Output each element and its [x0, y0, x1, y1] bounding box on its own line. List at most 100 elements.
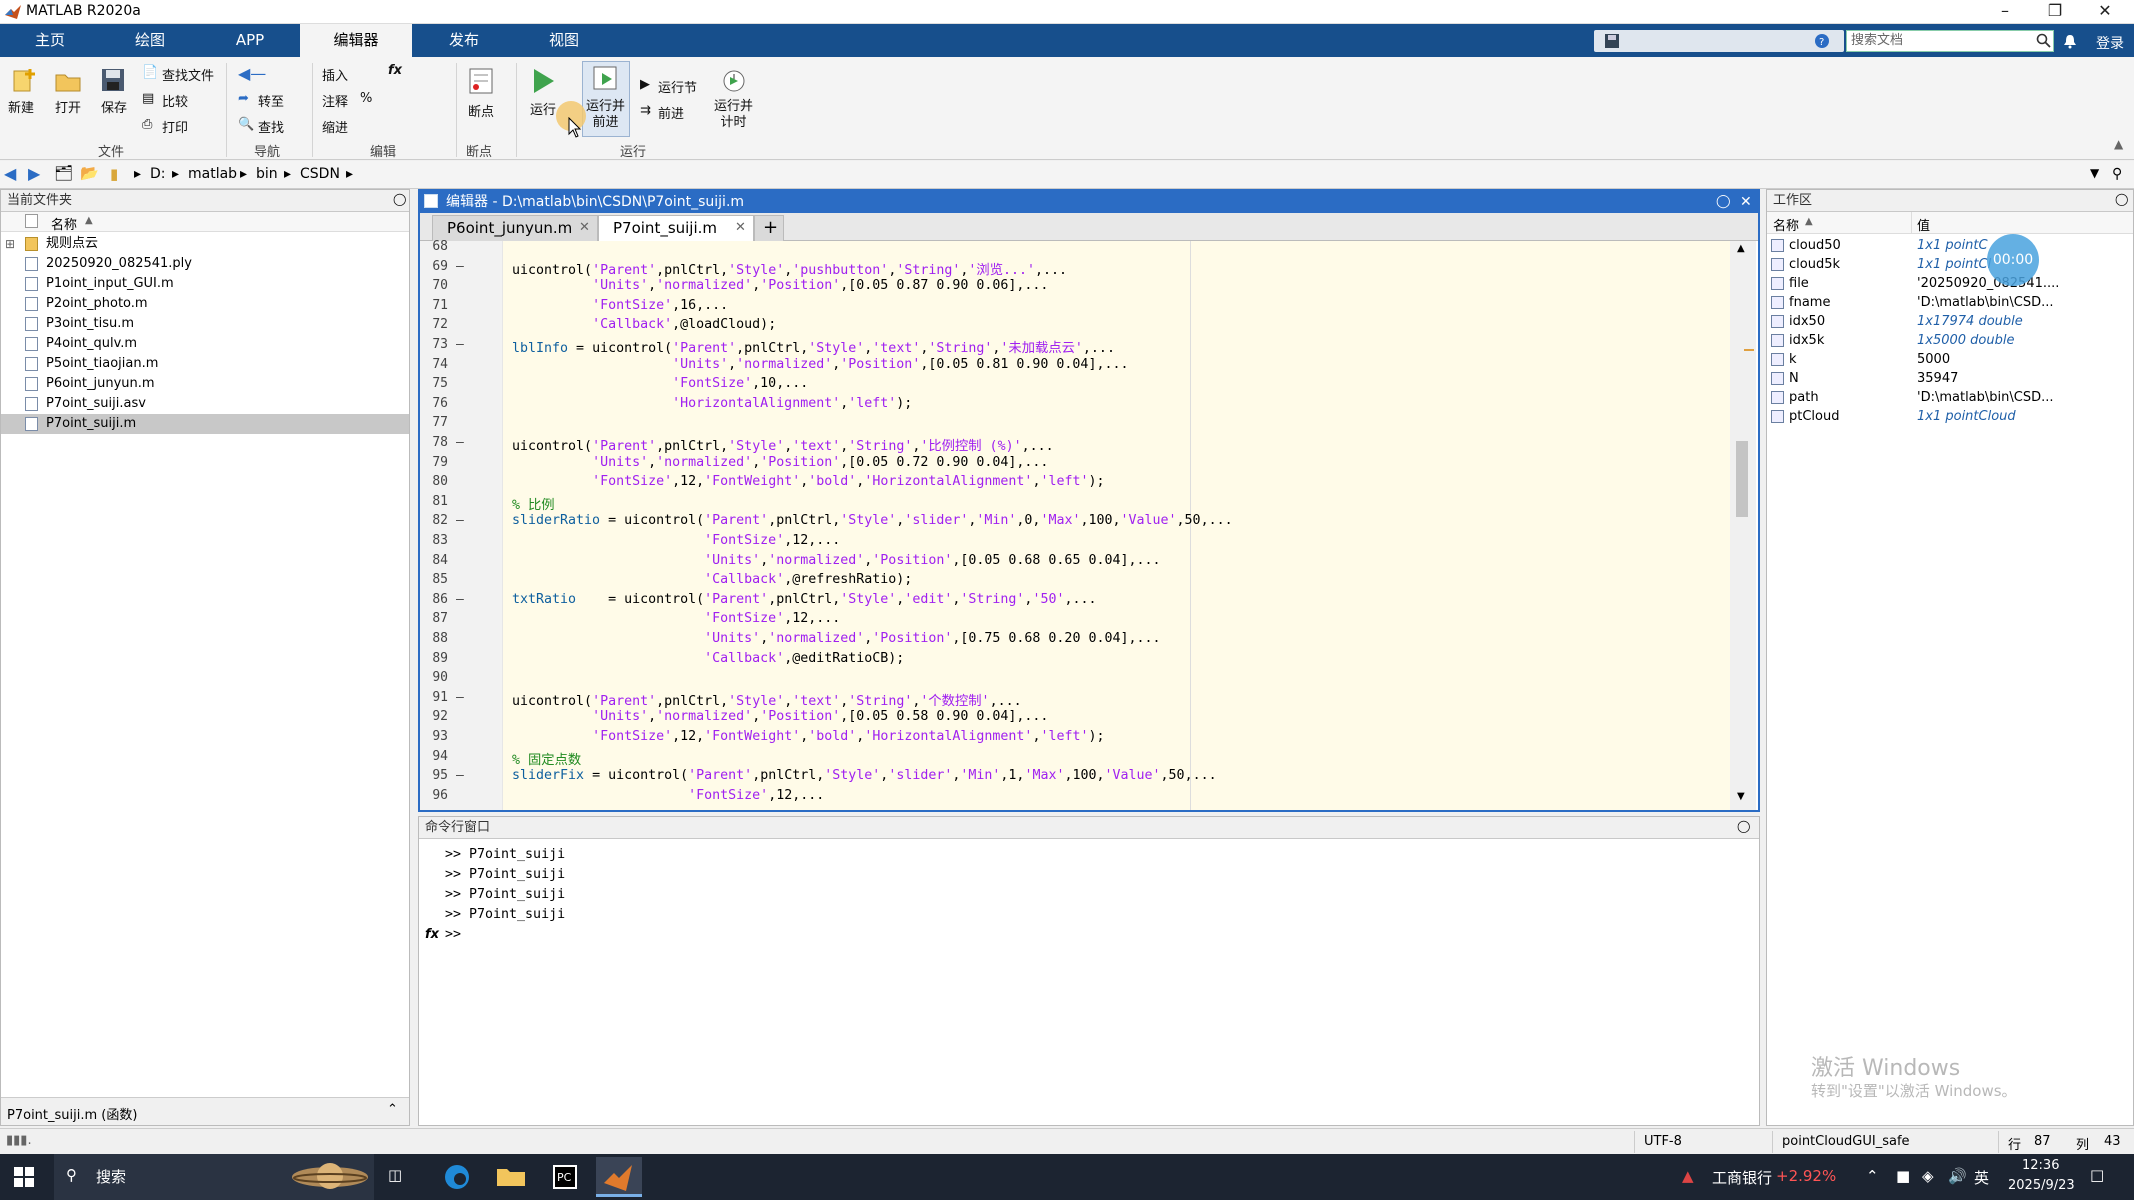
workspace-variable-row[interactable]: file '20250920_082541.... — [1767, 274, 2133, 293]
scroll-down-icon[interactable]: ▼ — [1737, 791, 1745, 802]
code-line[interactable]: uicontrol('Parent',pnlCtrl,'Style','text… — [512, 435, 1054, 454]
workspace-variable-row[interactable]: ptCloud 1x1 pointCloud — [1767, 407, 2133, 426]
code-line[interactable]: lblInfo = uicontrol('Parent',pnlCtrl,'St… — [512, 337, 1115, 356]
open-folder-icon[interactable] — [54, 69, 82, 93]
run-section-button[interactable]: 运行节 — [658, 77, 697, 96]
fx-icon[interactable]: fx — [425, 927, 439, 942]
code-line[interactable]: sliderFix = uicontrol('Parent',pnlCtrl,'… — [512, 768, 1217, 783]
taskbar-matlab[interactable] — [596, 1157, 642, 1197]
tray-app-icon[interactable]: ■ — [1896, 1167, 1910, 1185]
stock-change[interactable]: +2.92% — [1776, 1167, 1836, 1185]
tab-plots[interactable]: 绘图 — [100, 24, 200, 57]
file-item[interactable]: P2oint_photo.m — [1, 294, 409, 314]
code-line[interactable]: uicontrol('Parent',pnlCtrl,'Style','text… — [512, 690, 1022, 709]
new-button[interactable]: 新建 — [8, 97, 34, 116]
name-column-header[interactable]: 名称 — [51, 214, 77, 233]
code-line[interactable]: 'Callback',@editRatioCB); — [512, 651, 904, 666]
taskbar-explorer[interactable] — [488, 1157, 534, 1197]
code-line[interactable]: % 比例 — [512, 494, 555, 513]
taskbar-edge[interactable] — [434, 1157, 480, 1197]
breadcrumb-csdn[interactable]: CSDN — [300, 166, 340, 182]
run-section-icon[interactable]: ▶ — [640, 77, 650, 92]
clock-date[interactable]: 2025/9/23 — [2008, 1178, 2075, 1193]
code-line[interactable]: 'Units','normalized','Position',[0.05 0.… — [512, 357, 1128, 372]
breakpoint-marker[interactable]: — — [456, 259, 464, 274]
workspace-variable-row[interactable]: cloud5k 1x1 pointCl — [1767, 255, 2133, 274]
breakpoints-icon[interactable] — [468, 67, 494, 95]
code-line[interactable]: 'Units','normalized','Position',[0.05 0.… — [512, 709, 1048, 724]
file-item[interactable]: P4oint_qulv.m — [1, 334, 409, 354]
restore-button[interactable]: ❐ — [2030, 0, 2080, 24]
tab-close-icon[interactable]: ✕ — [735, 216, 746, 240]
forward-icon[interactable]: ▶ — [28, 164, 40, 183]
workspace-variable-row[interactable]: idx5k 1x5000 double — [1767, 331, 2133, 350]
warning-marker[interactable] — [1744, 349, 1754, 351]
goto-button[interactable]: 转至 — [258, 91, 284, 110]
code-line[interactable]: 'Units','normalized','Position',[0.75 0.… — [512, 631, 1160, 646]
save-icon[interactable] — [1604, 33, 1620, 49]
print-icon[interactable]: ⎙ — [142, 117, 152, 132]
add-tab-button[interactable]: + — [754, 215, 784, 241]
ime-indicator[interactable]: 英 — [1974, 1167, 1989, 1188]
clock-time[interactable]: 12:36 — [2022, 1158, 2059, 1173]
code-line[interactable]: 'FontSize',12,... — [512, 788, 824, 803]
find-files-icon[interactable]: 📄 — [142, 65, 158, 80]
panel-menu-icon[interactable]: ◯ — [2115, 192, 2128, 206]
back-icon[interactable]: ◀ — [4, 164, 16, 183]
editor-tab-p7[interactable]: P7oint_suiji.m ✕ — [598, 215, 754, 241]
tab-home[interactable]: 主页 — [0, 24, 100, 57]
bell-icon[interactable] — [2062, 33, 2078, 49]
find-files-button[interactable]: 查找文件 — [162, 65, 214, 84]
new-icon[interactable] — [10, 67, 38, 95]
details-toggle-icon[interactable]: ⌃ — [387, 1102, 398, 1117]
tab-view[interactable]: 视图 — [516, 24, 612, 57]
file-item[interactable]: 20250920_082541.ply — [1, 254, 409, 274]
percent-button[interactable]: % — [360, 91, 372, 106]
workspace-variable-row[interactable]: k 5000 — [1767, 350, 2133, 369]
file-item[interactable]: P5oint_tiaojian.m — [1, 354, 409, 374]
run-time-button[interactable]: 运行并 计时 — [714, 99, 753, 131]
breadcrumb-matlab[interactable]: matlab — [188, 166, 237, 182]
comment-button[interactable]: 注释 — [322, 91, 348, 110]
file-item[interactable]: P7oint_suiji.m — [1, 414, 409, 434]
back-arrow-icon[interactable]: ◀— — [238, 64, 266, 83]
advance-icon[interactable]: ⇉ — [640, 103, 651, 118]
breadcrumb-bin[interactable]: bin — [256, 166, 278, 182]
print-button[interactable]: 打印 — [162, 117, 188, 136]
code-line[interactable]: 'Units','normalized','Position',[0.05 0.… — [512, 553, 1160, 568]
tab-apps[interactable]: APP — [200, 24, 300, 57]
taskbar-search[interactable]: ⚲ 搜索 — [54, 1154, 374, 1200]
address-dropdown-icon[interactable]: ▼ — [2090, 166, 2099, 180]
run-button[interactable]: 运行 — [530, 99, 556, 118]
code-line[interactable]: 'FontSize',10,... — [512, 376, 808, 391]
code-line[interactable]: 'Units','normalized','Position',[0.05 0.… — [512, 278, 1048, 293]
file-item[interactable]: P7oint_suiji.asv — [1, 394, 409, 414]
volume-icon[interactable]: 🔊 — [1948, 1167, 1967, 1185]
code-line[interactable]: 'FontSize',12,... — [512, 533, 840, 548]
breakpoints-button[interactable]: 断点 — [468, 101, 494, 120]
run-advance-button[interactable]: 运行并 前进 — [586, 99, 625, 131]
scroll-thumb[interactable] — [1736, 441, 1748, 517]
breakpoint-marker[interactable]: — — [456, 690, 464, 705]
browse-folder-icon[interactable]: 📂 — [80, 164, 99, 182]
minimize-button[interactable]: – — [1980, 0, 2030, 24]
code-line[interactable]: txtRatio = uicontrol('Parent',pnlCtrl,'S… — [512, 592, 1097, 607]
close-button[interactable]: ✕ — [2080, 0, 2130, 24]
wifi-icon[interactable]: ◈ — [1922, 1167, 1934, 1185]
code-line[interactable]: 'FontSize',12,... — [512, 611, 840, 626]
file-item[interactable]: P1oint_input_GUI.m — [1, 274, 409, 294]
file-item[interactable]: P6oint_junyun.m — [1, 374, 409, 394]
stock-name[interactable]: 工商银行 — [1712, 1167, 1772, 1188]
code-line[interactable]: 'Units','normalized','Position',[0.05 0.… — [512, 455, 1048, 470]
code-line[interactable]: % 固定点数 — [512, 749, 581, 768]
workspace-variable-row[interactable]: idx50 1x17974 double — [1767, 312, 2133, 331]
workspace-variable-row[interactable]: fname 'D:\matlab\bin\CSD... — [1767, 293, 2133, 312]
scroll-up-icon[interactable]: ▲ — [1737, 243, 1745, 254]
breakpoint-marker[interactable]: — — [456, 337, 464, 352]
collapse-ribbon-icon[interactable]: ▲ — [2114, 137, 2123, 151]
code-line[interactable]: 'Callback',@loadCloud); — [512, 317, 776, 332]
editor-scrollbar[interactable]: ▲ ▼ — [1730, 241, 1756, 810]
find-icon[interactable]: 🔍 — [238, 117, 254, 132]
notification-icon[interactable]: □ — [2090, 1166, 2104, 1184]
command-prompt[interactable]: >> — [445, 927, 461, 942]
